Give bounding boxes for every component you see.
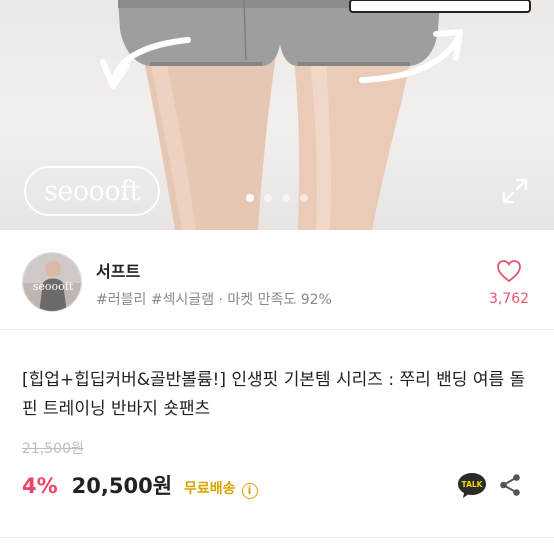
info-icon[interactable]: i	[241, 483, 258, 499]
carousel-dot-3[interactable]	[282, 194, 290, 202]
product-image[interactable]: seoooft	[0, 0, 554, 230]
brand-watermark: seoooft	[24, 166, 160, 216]
share-icon[interactable]	[498, 473, 522, 497]
original-price: 21,500원	[22, 441, 84, 457]
seller-avatar[interactable]: seoooft	[22, 252, 82, 312]
like-button[interactable]: 3,762	[484, 259, 534, 307]
sale-price: 20,500원	[71, 474, 173, 498]
seller-name[interactable]: 서프트	[96, 258, 140, 282]
discount-rate: 4%	[22, 474, 58, 498]
divider	[0, 537, 554, 538]
seller-tags: #러블리 #섹시글램 · 마켓 만족도 92%	[96, 292, 332, 308]
svg-text:TALK: TALK	[462, 480, 484, 489]
seller-info[interactable]: seoooft 서프트 #러블리 #섹시글램 · 마켓 만족도 92% 3,76…	[0, 230, 554, 330]
price-row: 4% 20,500원 무료배송 i	[22, 470, 258, 500]
carousel-dot-1[interactable]	[246, 194, 254, 202]
svg-text:seoooft: seoooft	[33, 280, 74, 293]
carousel-indicator[interactable]	[0, 194, 554, 202]
avatar-image: seoooft	[23, 253, 81, 311]
free-shipping-label: 무료배송	[184, 481, 236, 497]
carousel-dot-2[interactable]	[264, 194, 272, 202]
carousel-dot-4[interactable]	[300, 194, 308, 202]
heart-icon[interactable]	[496, 259, 522, 283]
like-count: 3,762	[488, 291, 530, 307]
kakao-talk-icon[interactable]: TALK	[457, 471, 487, 499]
product-title: [힙업+힙딥커버&골반볼륨!] 인생핏 기본템 시리즈 : 쭈리 밴딩 여름 돌…	[22, 370, 526, 419]
expand-icon[interactable]	[501, 177, 529, 205]
